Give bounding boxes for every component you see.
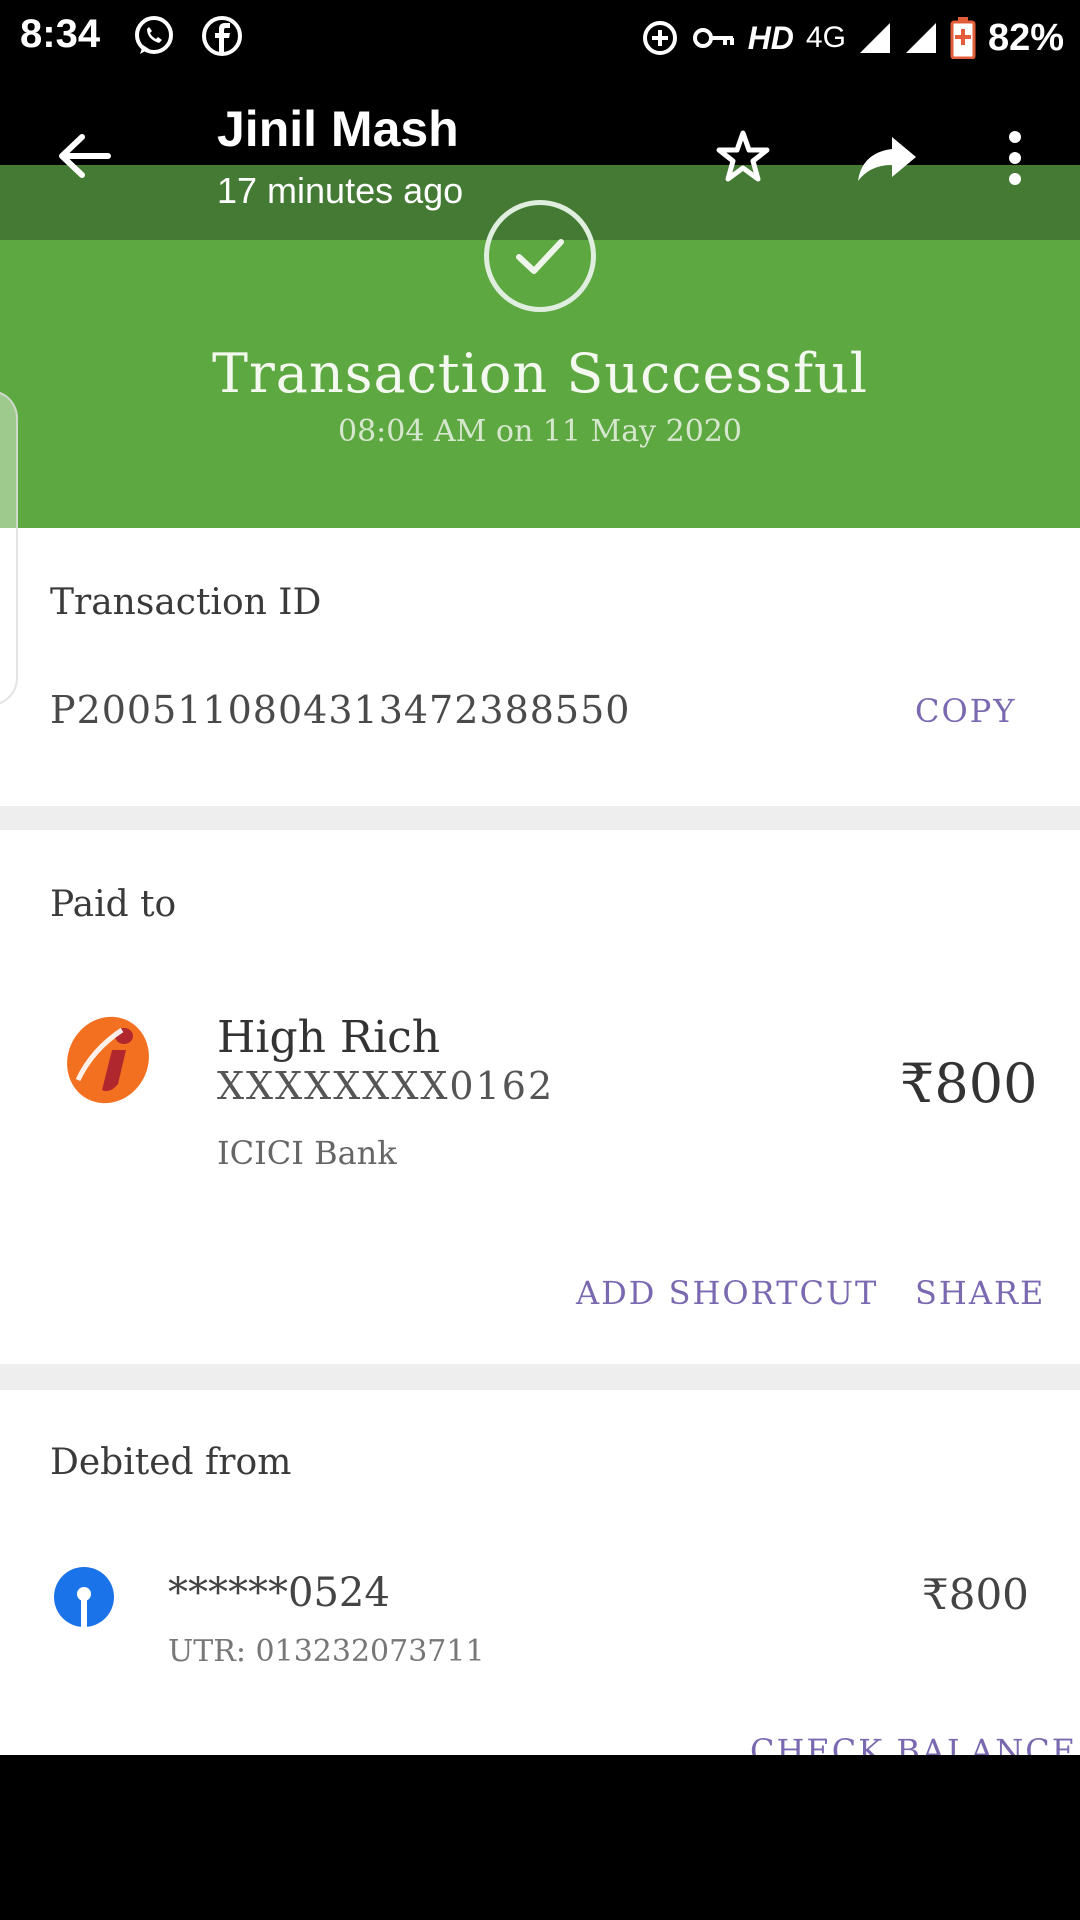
battery-icon [950,17,976,59]
hd-indicator: HD [747,19,794,56]
sbi-bank-logo-icon [54,1567,114,1628]
back-arrow-icon[interactable] [50,123,120,193]
icici-bank-logo-icon [67,1016,149,1104]
utr-number: UTR: 013232073711 [168,1634,485,1669]
debited-from-label: Debited from [50,1442,292,1483]
payee-bank: ICICI Bank [217,1134,397,1172]
signal-icon-2 [905,23,936,53]
share-button[interactable]: SHARE [915,1274,1045,1312]
whatsapp-icon [135,16,173,54]
status-right-group: HD 4G 82% [640,10,1064,66]
paid-amount: ₹800 [900,1052,1038,1115]
transaction-id-value: P2005110804313472388550 [50,688,631,732]
side-handle[interactable] [0,390,18,706]
add-shortcut-button[interactable]: ADD SHORTCUT [576,1274,878,1312]
status-bar: 8:34 HD 4G 82% [0,0,1080,75]
sender-name: Jinil Mash [217,101,459,157]
copy-button[interactable]: COPY [915,692,1016,730]
transaction-id-label: Transaction ID [50,582,322,623]
signal-icon [859,23,890,53]
more-options-icon[interactable] [980,123,1050,193]
paid-to-label: Paid to [50,884,177,925]
payee-account: XXXXXXXX0162 [217,1064,555,1108]
transaction-status: Transaction Successful [211,342,869,405]
transaction-datetime: 08:04 AM on 11 May 2020 [338,414,742,449]
data-saver-icon [642,21,677,55]
payee-name: High Rich [217,1012,441,1063]
facebook-icon [202,16,242,56]
star-icon[interactable] [708,123,778,193]
vpn-key-icon [692,28,734,48]
debited-amount: ₹800 [922,1570,1029,1619]
check-balance-button[interactable]: CHECK BALANCE [750,1732,1077,1755]
bottom-black-area [0,1755,1080,1920]
transaction-id-card [0,528,1080,806]
success-check-icon [484,200,596,312]
time-ago: 17 minutes ago [217,170,464,211]
battery-percent: 82% [987,16,1064,59]
status-time: 8:34 [20,12,101,56]
divider [0,806,1080,830]
network-type: 4G [805,21,846,54]
forward-share-icon[interactable] [852,123,922,193]
divider [0,1364,1080,1390]
debit-account: ******0524 [168,1570,390,1616]
